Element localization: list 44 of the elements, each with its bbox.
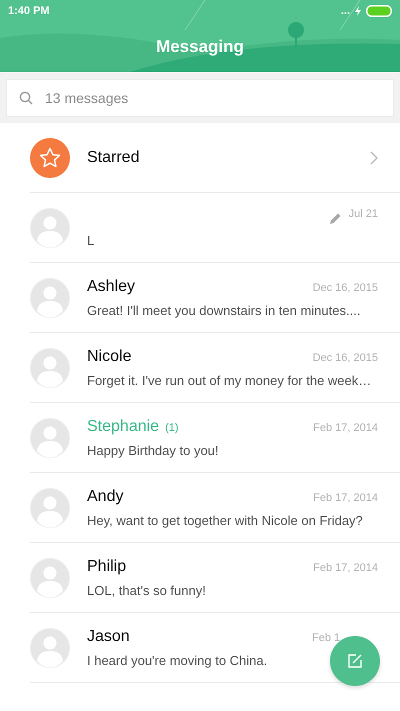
- message-preview: Great! I'll meet you downstairs in ten minutes....: [87, 302, 360, 318]
- message-preview: I heard you're moving to China.: [87, 652, 268, 668]
- conversation-item[interactable]: Stephanie (1) Feb 17, 2014 Happy Birthday to you!: [30, 403, 400, 473]
- avatar-icon: [30, 488, 70, 528]
- screen-title: Messaging: [155, 37, 245, 57]
- message-date: Dec 16, 2015: [312, 282, 378, 294]
- search-field[interactable]: 13 messages: [6, 79, 394, 117]
- contact-name: Stephanie: [87, 418, 160, 436]
- contact-name: Nicole: [87, 348, 132, 366]
- message-date: Jul 21: [348, 208, 378, 220]
- message-preview: L: [87, 232, 94, 248]
- battery-icon: [366, 5, 392, 17]
- avatar-icon: [30, 348, 70, 388]
- avatar-icon: [30, 558, 70, 598]
- status-dots: ...: [340, 6, 350, 16]
- message-preview: Forget it. I've run out of my money for the week…: [87, 372, 372, 388]
- message-preview: LOL, that's so funny!: [87, 582, 206, 598]
- conversation-item[interactable]: Ashley Dec 16, 2015 Great! I'll meet you downstairs in ten minutes....: [30, 263, 400, 333]
- status-time: 1:40 PM: [8, 5, 50, 17]
- message-date: Feb 17, 2014: [313, 562, 378, 574]
- contact-name: Ashley: [87, 278, 136, 296]
- charging-icon: [355, 6, 361, 16]
- avatar-icon: [30, 208, 70, 248]
- message-date: Feb 17, 2014: [313, 492, 378, 504]
- starred-item[interactable]: Starred: [30, 123, 400, 193]
- message-date: Feb 17, 2014: [313, 422, 378, 434]
- contact-name: Jason: [87, 628, 130, 646]
- conversation-item[interactable]: Andy Feb 17, 2014 Hey, want to get together with Nicole on Friday?: [30, 473, 400, 543]
- avatar-icon: [30, 628, 70, 668]
- conversation-item[interactable]: Nicole Dec 16, 2015 Forget it. I've run out of my money for the week…: [30, 333, 400, 403]
- starred-label: Starred: [87, 148, 140, 166]
- message-date: Dec 16, 2015: [312, 352, 378, 364]
- contact-name: Andy: [87, 488, 124, 506]
- contact-name: Philip: [87, 558, 126, 576]
- message-preview: Happy Birthday to you!: [87, 442, 219, 458]
- compose-icon: [348, 654, 362, 668]
- chevron-icon: [370, 150, 378, 164]
- conversation-item[interactable]: Philip Feb 17, 2014 LOL, that's so funny!: [30, 543, 400, 613]
- avatar-icon: [30, 418, 70, 458]
- unread-count: (1): [165, 422, 179, 434]
- message-preview: Hey, want to get together with Nicole on Friday?: [87, 512, 363, 528]
- conversation-item[interactable]: Jul 21 L: [30, 193, 400, 263]
- avatar-icon: [30, 278, 70, 318]
- message-date: Feb 1: [312, 632, 340, 644]
